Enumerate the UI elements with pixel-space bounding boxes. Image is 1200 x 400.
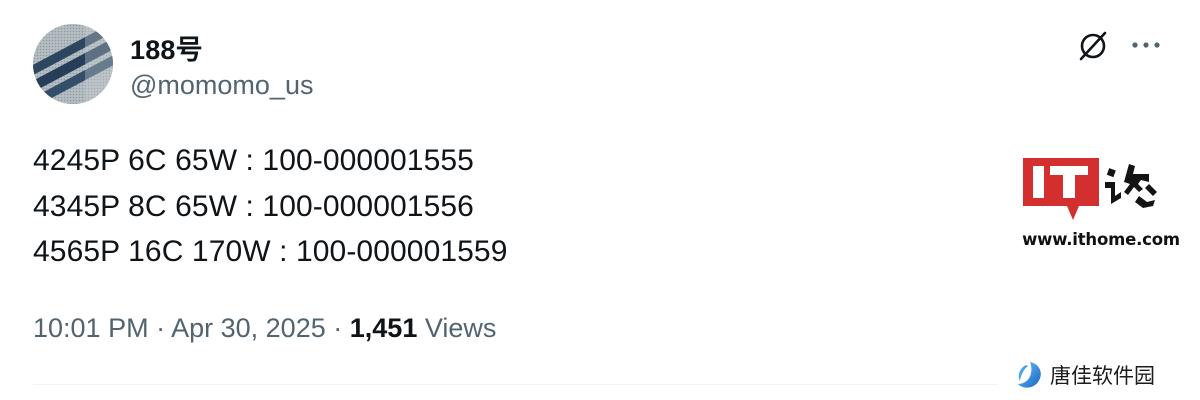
tweet-card: 188号 @momomo_us 4245P 6C 65W : 100-00000…	[0, 0, 1200, 400]
timestamp-link[interactable]: 10:01 PM · Apr 30, 2025	[33, 313, 326, 343]
views-count: 1,451	[349, 313, 418, 343]
tangjia-watermark: 唐佳软件园	[1014, 357, 1155, 393]
tweet-time: 10:01 PM	[33, 313, 149, 343]
views-label: Views	[424, 313, 497, 343]
tweet-date: Apr 30, 2025	[171, 313, 326, 343]
avatar[interactable]	[33, 24, 113, 104]
tweet-line: 4245P 6C 65W : 100-000001555	[33, 144, 474, 177]
tweet-text: 4245P 6C 65W : 100-000001555 4345P 8C 65…	[33, 138, 508, 275]
tangjia-logo-icon	[1018, 362, 1041, 388]
ithome-logo-icon	[1023, 158, 1157, 220]
avatar-image	[33, 24, 113, 104]
grok-icon	[1079, 31, 1107, 61]
tweet-metadata: 10:01 PM · Apr 30, 2025 · 1,451 Views	[33, 313, 496, 344]
username-handle[interactable]: @momomo_us	[130, 70, 313, 101]
tangjia-watermark-text: 唐佳软件园	[1050, 364, 1155, 388]
tweet-line: 4565P 16C 170W : 100-000001559	[33, 235, 508, 268]
ithome-watermark-logo	[1021, 156, 1181, 226]
more-horizontal-icon	[1132, 42, 1160, 48]
divider	[33, 384, 998, 385]
ithome-watermark-url: www.ithome.com	[1022, 230, 1180, 249]
more-options-button[interactable]	[1128, 27, 1164, 63]
grok-button[interactable]	[1074, 27, 1112, 65]
meta-separator: ·	[333, 313, 343, 343]
display-name[interactable]: 188号	[130, 28, 203, 67]
meta-separator: ·	[156, 313, 166, 343]
tweet-line: 4345P 8C 65W : 100-000001556	[33, 189, 474, 223]
